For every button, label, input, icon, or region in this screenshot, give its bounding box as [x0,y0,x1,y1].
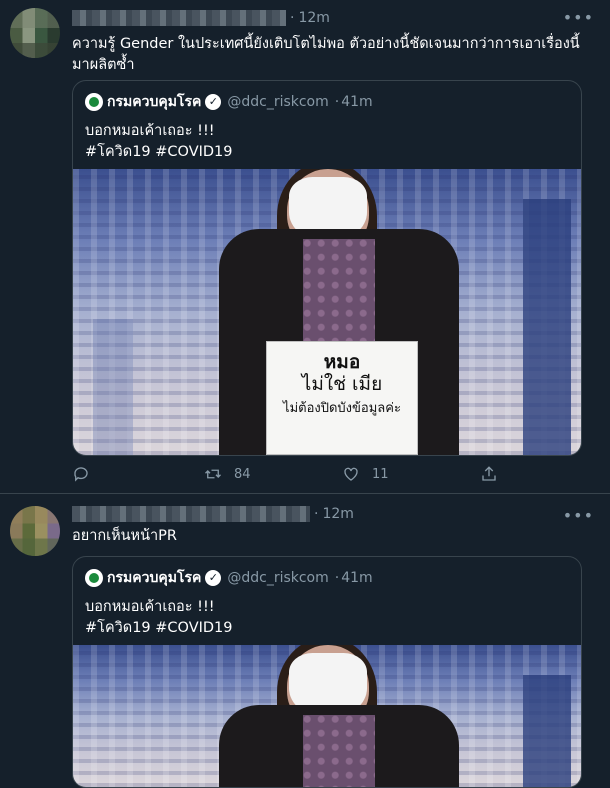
hashtags[interactable]: #โควิด19 #COVID19 [85,142,233,163]
verified-icon: ✓ [205,570,222,586]
tweet-text: อยากเห็นหน้าPR [72,528,177,544]
tweet-header: · 12m [72,506,354,526]
like-count: 11 [372,466,389,482]
quoted-tweet-header: กรมควบคุมโรค ✓ @ddc_riskcom · 41m [85,567,373,587]
quoted-author-name[interactable]: กรมควบคุมโรค [107,94,201,110]
quoted-tweet-image[interactable]: หมอ ไม่ใช่ เมีย ไม่ต้องปิดบังข้อมูลค่ะ [73,169,581,455]
quoted-author-handle[interactable]: @ddc_riskcom [227,570,328,586]
quoted-tweet-header: กรมควบคุมโรค ✓ @ddc_riskcom · 41m [85,91,373,111]
reply-icon [74,467,88,482]
avatar[interactable] [10,506,60,556]
quoted-tweet-text: บอกหมอเค้าเถอะ !!! #โควิด19 #COVID19 [85,597,233,639]
like-icon [344,467,358,481]
more-icon[interactable]: ••• [563,8,594,27]
retweet-icon [205,469,221,479]
handheld-sign: หมอ ไม่ใช่ เมีย ไม่ต้องปิดบังข้อมูลค่ะ [266,341,418,455]
tweet-text: ความรู้ Gender ในประเทศนี้ยังเติบโตไม่พอ… [72,36,580,73]
quoted-timestamp[interactable]: 41m [341,570,372,586]
avatar[interactable] [10,8,60,58]
blurred-username[interactable] [72,506,310,522]
tweet[interactable]: · 12m ••• อยากเห็นหน้าPR กรมควบคุมโรค ✓ @dd… [0,494,610,788]
person-photo [219,645,459,787]
tweet-timestamp[interactable]: 12m [298,10,329,26]
blurred-username[interactable] [72,10,286,26]
quoted-author-name[interactable]: กรมควบคุมโรค [107,570,201,586]
quoted-tweet[interactable]: กรมควบคุมโรค ✓ @ddc_riskcom · 41m บอกหมอเค้า… [72,80,582,456]
like-button[interactable]: 11 [342,465,389,483]
tweet-actions: 84 11 [72,465,592,487]
quoted-tweet-image[interactable] [73,645,581,787]
quoted-tweet-text: บอกหมอเค้าเถอะ !!! #โควิด19 #COVID19 [85,121,233,163]
tweet-timestamp[interactable]: 12m [322,506,353,522]
tweet-header: · 12m [72,10,330,30]
retweet-button[interactable]: 84 [204,465,251,483]
quoted-author-handle[interactable]: @ddc_riskcom [227,94,328,110]
verified-icon: ✓ [205,94,222,110]
share-icon [482,466,496,481]
quoted-timestamp[interactable]: 41m [341,94,372,110]
more-icon[interactable]: ••• [563,506,594,525]
hashtags[interactable]: #โควิด19 #COVID19 [85,618,233,639]
ddc-logo-avatar [85,569,103,587]
reply-button[interactable] [72,465,90,483]
retweet-count: 84 [234,466,251,482]
ddc-logo-avatar [85,93,103,111]
share-button[interactable] [480,465,498,483]
quoted-tweet[interactable]: กรมควบคุมโรค ✓ @ddc_riskcom · 41m บอกหมอเค้า… [72,556,582,788]
tweet[interactable]: · 12m ••• ความรู้ Gender ในประเทศนี้ยังเต… [0,0,610,494]
